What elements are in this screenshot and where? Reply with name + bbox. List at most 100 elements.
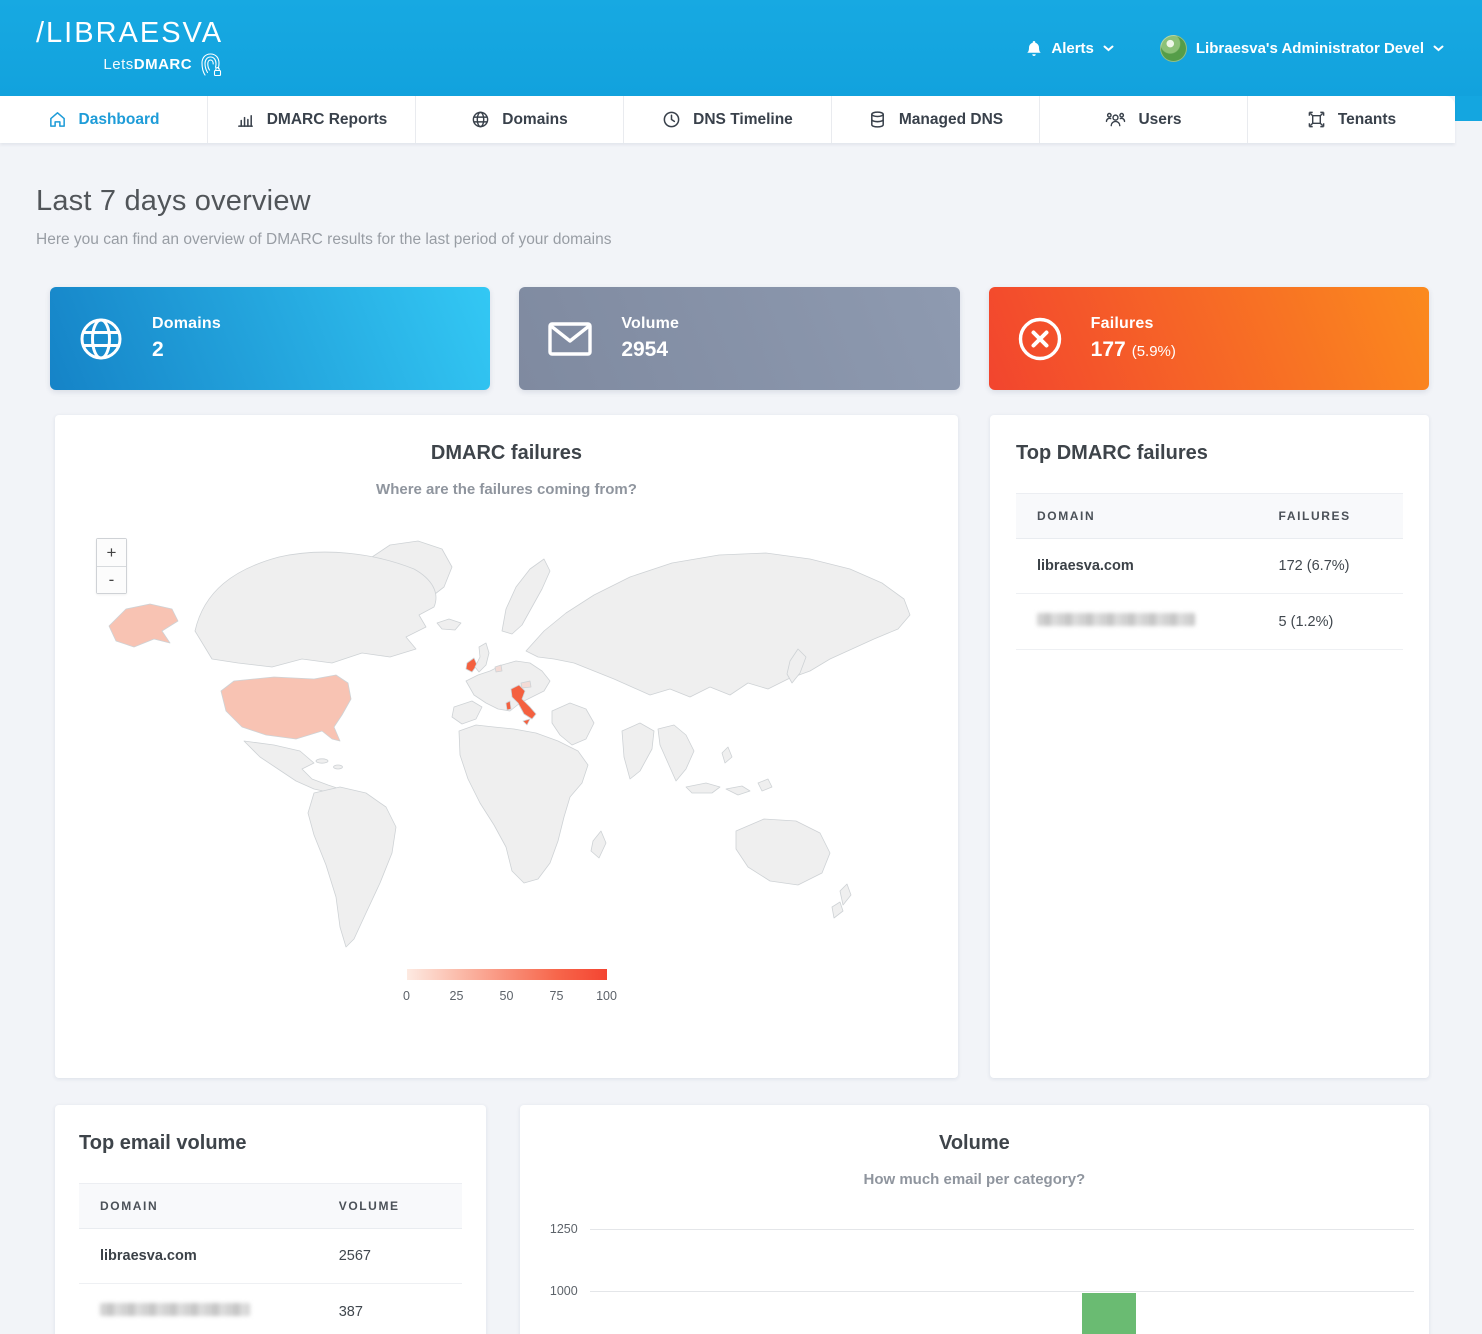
tab-label: Tenants [1338,111,1396,129]
table-row: libraesva.com 2567 [79,1229,462,1284]
alerts-menu[interactable]: Alerts [1026,40,1114,57]
fingerprint-icon [198,51,223,78]
table-row: 387 [79,1284,462,1334]
header-corner-notch [1455,96,1482,121]
stat-card-domains: Domains 2 [50,287,490,390]
stat-value: 2954 [621,338,679,362]
choropleth-legend: 0 25 50 75 100 [407,969,607,1007]
main-nav: Dashboard DMARC Reports Domains [0,96,1455,143]
tab-label: Domains [502,111,567,129]
libraesva-logo: /LIBRAESVA LetsDMARC [36,18,223,78]
tab-users[interactable]: Users [1040,96,1248,143]
dmarc-failures-map-card: DMARC failures Where are the failures co… [55,415,958,1078]
gridline-1250 [590,1229,1414,1230]
logo-text: /LIBRAESVA [36,18,223,48]
table-row: 5 (1.2%) [1016,594,1403,650]
bar-chart-icon [236,110,255,129]
tab-managed-dns[interactable]: Managed DNS [832,96,1040,143]
tenants-frame-icon [1307,110,1326,129]
stat-label: Domains [152,315,221,333]
clock-icon [662,110,681,129]
main-row: DMARC failures Where are the failures co… [55,415,1429,1078]
stat-label: Volume [621,315,679,333]
legend-tick: 25 [450,989,464,1003]
tab-label: DMARC Reports [267,111,388,129]
world-choropleth-map[interactable] [74,531,939,961]
tab-dns-timeline[interactable]: DNS Timeline [624,96,832,143]
top-failures-table: DOMAIN FAILURES libraesva.com 172 (6.7%)… [1016,493,1403,650]
logo-subtext: LetsDMARC [103,57,192,73]
volume-chart-card: Volume How much email per category? 1250… [520,1105,1429,1334]
col-header-failures: FAILURES [1279,509,1403,523]
col-header-volume: VOLUME [339,1199,462,1213]
dashboard-page: Last 7 days overview Here you can find a… [0,143,1482,1334]
y-axis-tick: 1000 [532,1284,578,1298]
user-menu[interactable]: Libraesva's Administrator Devel [1160,35,1444,62]
stat-card-volume: Volume 2954 [519,287,959,390]
redacted-domain-blur [100,1303,250,1316]
domain-cell: libraesva.com [1037,558,1279,574]
app-header: /LIBRAESVA LetsDMARC [0,0,1482,96]
bell-icon [1026,40,1042,57]
tab-dashboard[interactable]: Dashboard [0,96,208,143]
top-volume-table: DOMAIN VOLUME libraesva.com 2567 387 [79,1183,462,1334]
database-icon [868,110,887,129]
top-email-volume-card: Top email volume DOMAIN VOLUME libraesva… [55,1105,486,1334]
volume-cell: 2567 [339,1248,462,1264]
gridline-1000 [590,1291,1414,1292]
top-failures-title: Top DMARC failures [1016,442,1403,465]
tab-label: Dashboard [79,111,160,129]
chevron-down-icon [1103,45,1114,52]
legend-tick: 50 [500,989,514,1003]
volume-cell: 387 [339,1304,462,1320]
legend-gradient-bar [407,969,607,980]
page-subtitle: Here you can find an overview of DMARC r… [36,231,1429,249]
envelope-icon [546,322,594,356]
home-icon [48,110,67,129]
volume-bar-chart: 1250 1000 [520,1105,1429,1334]
bottom-row: Top email volume DOMAIN VOLUME libraesva… [55,1105,1429,1334]
stat-cards-row: Domains 2 Volume 2954 [50,287,1429,390]
stat-label: Failures [1091,315,1176,333]
top-volume-title: Top email volume [79,1132,462,1155]
legend-tick: 0 [403,989,410,1003]
col-header-domain: DOMAIN [100,1199,339,1213]
stat-percent: (5.9%) [1132,343,1176,360]
col-header-domain: DOMAIN [1037,509,1279,523]
tab-domains[interactable]: Domains [416,96,624,143]
tab-label: DNS Timeline [693,111,793,129]
legend-tick: 100 [596,989,617,1003]
top-dmarc-failures-card: Top DMARC failures DOMAIN FAILURES libra… [990,415,1429,1078]
globe-icon [471,110,490,129]
user-name: Libraesva's Administrator Devel [1196,40,1424,57]
green-volume-bar[interactable] [1082,1293,1136,1334]
failures-cell: 5 (1.2%) [1279,614,1403,630]
globe-icon [77,316,125,362]
domain-cell-redacted [1037,613,1279,630]
legend-ticks: 0 25 50 75 100 [407,989,607,1007]
table-header-row: DOMAIN FAILURES [1016,494,1403,539]
legend-tick: 75 [550,989,564,1003]
tab-tenants[interactable]: Tenants [1248,96,1455,143]
stat-value: 177(5.9%) [1091,338,1176,362]
stat-card-failures: Failures 177(5.9%) [989,287,1429,390]
y-axis-tick: 1250 [532,1222,578,1236]
domain-cell-redacted [100,1303,339,1320]
nav-bar-wrap: Dashboard DMARC Reports Domains [0,96,1482,143]
tab-label: Managed DNS [899,111,1003,129]
x-circle-icon [1016,316,1064,362]
map-card-title: DMARC failures [55,442,958,465]
tab-label: Users [1138,111,1181,129]
tab-dmarc-reports[interactable]: DMARC Reports [208,96,416,143]
redacted-domain-blur [1037,613,1195,626]
map-card-subtitle: Where are the failures coming from? [55,481,958,498]
domain-cell: libraesva.com [100,1248,339,1264]
failures-cell: 172 (6.7%) [1279,558,1403,574]
avatar [1160,35,1187,62]
stat-value: 2 [152,338,221,362]
table-header-row: DOMAIN VOLUME [79,1184,462,1229]
alerts-label: Alerts [1051,40,1094,57]
chevron-down-icon [1433,45,1444,52]
users-icon [1105,110,1126,129]
page-title: Last 7 days overview [36,185,1429,218]
